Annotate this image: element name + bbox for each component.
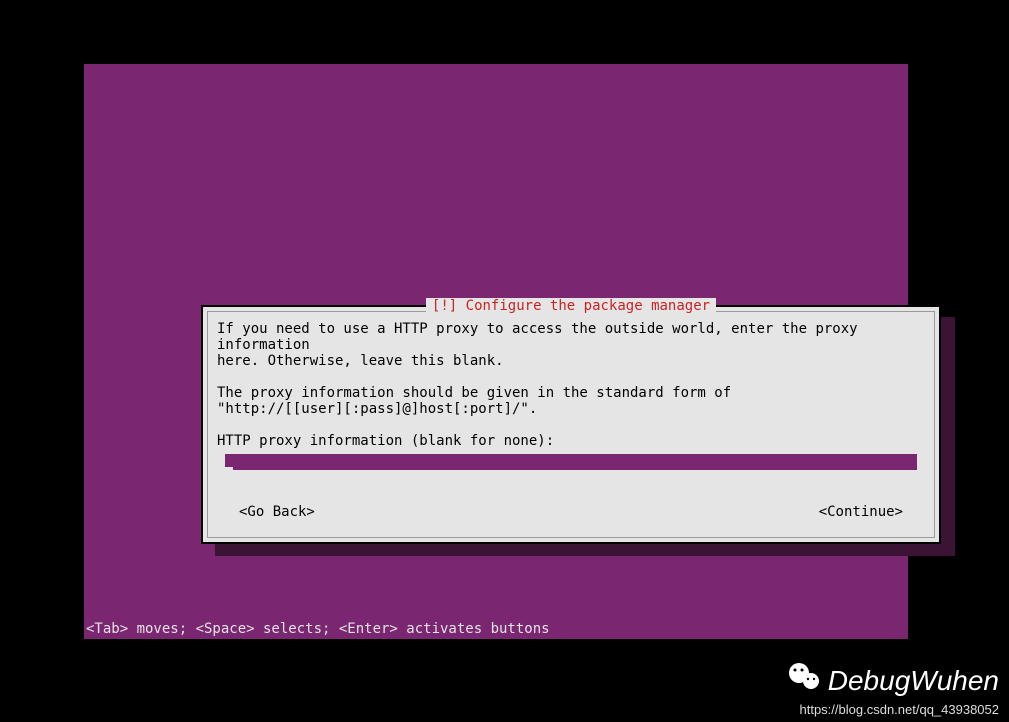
installer-screen: [!] Configure the package manager If you… bbox=[84, 64, 908, 639]
dialog-title: [!] Configure the package manager bbox=[426, 298, 716, 314]
configure-proxy-dialog: [!] Configure the package manager If you… bbox=[201, 305, 941, 544]
continue-button[interactable]: <Continue> bbox=[819, 504, 903, 520]
wechat-icon bbox=[786, 659, 822, 702]
dialog-buttons: <Go Back> <Continue> bbox=[239, 504, 903, 520]
watermark: DebugWuhen https://blog.csdn.net/qq_4393… bbox=[786, 659, 999, 717]
watermark-name: DebugWuhen bbox=[828, 665, 999, 697]
watermark-url: https://blog.csdn.net/qq_43938052 bbox=[786, 702, 999, 717]
status-bar: <Tab> moves; <Space> selects; <Enter> ac… bbox=[84, 619, 908, 639]
go-back-button[interactable]: <Go Back> bbox=[239, 504, 315, 520]
